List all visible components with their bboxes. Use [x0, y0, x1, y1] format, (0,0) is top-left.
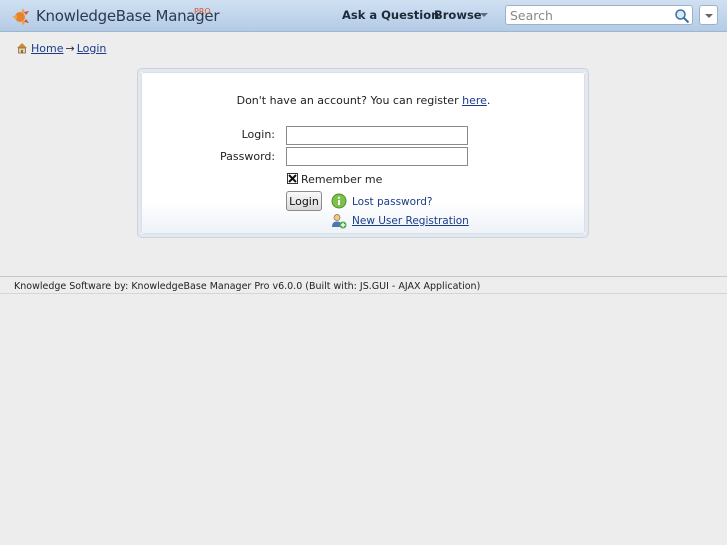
remember-checkbox[interactable]	[287, 173, 298, 184]
breadcrumb-home[interactable]: Home	[31, 42, 63, 55]
new-user-registration-link[interactable]: New User Registration	[352, 215, 469, 227]
footer-divider-bottom	[0, 293, 727, 294]
password-input[interactable]	[287, 148, 467, 165]
login-label: Login:	[241, 128, 275, 141]
breadcrumb-login[interactable]: Login	[77, 42, 107, 55]
register-prompt: Don't have an account? You can register	[236, 94, 463, 107]
chevron-down-icon	[705, 14, 713, 18]
search-input[interactable]	[510, 7, 670, 23]
checkmark-icon	[288, 174, 297, 183]
password-field[interactable]	[286, 147, 468, 166]
lost-password-link[interactable]: Lost password?	[352, 196, 432, 208]
app-title: KnowledgeBase Manager	[36, 7, 220, 25]
register-end: .	[486, 94, 491, 107]
chevron-down-icon[interactable]	[480, 13, 488, 17]
password-label: Password:	[220, 150, 276, 163]
app-edition: PRO	[194, 7, 211, 16]
add-user-icon	[332, 214, 347, 229]
login-input[interactable]	[287, 127, 467, 144]
register-text: Don't have an account? You can register …	[0, 94, 727, 107]
search-icon[interactable]	[674, 8, 690, 24]
remember-label[interactable]: Remember me	[301, 173, 382, 186]
footer-divider	[0, 276, 727, 277]
search-box[interactable]	[505, 5, 693, 25]
register-link[interactable]: here	[462, 94, 487, 107]
breadcrumb: Home → Login	[16, 42, 106, 55]
nav-browse[interactable]: Browse	[434, 8, 482, 22]
dropdown-button[interactable]	[699, 5, 718, 25]
home-icon	[17, 43, 27, 54]
info-icon	[331, 193, 347, 209]
top-header: KnowledgeBase Manager PRO Ask a Question…	[0, 0, 727, 32]
breadcrumb-separator: →	[65, 42, 75, 55]
logo-icon	[12, 8, 29, 26]
nav-ask-question[interactable]: Ask a Question	[342, 8, 439, 22]
login-button[interactable]: Login	[286, 191, 322, 211]
footer-text: Knowledge Software by: KnowledgeBase Man…	[14, 281, 481, 292]
login-field[interactable]	[286, 126, 468, 145]
